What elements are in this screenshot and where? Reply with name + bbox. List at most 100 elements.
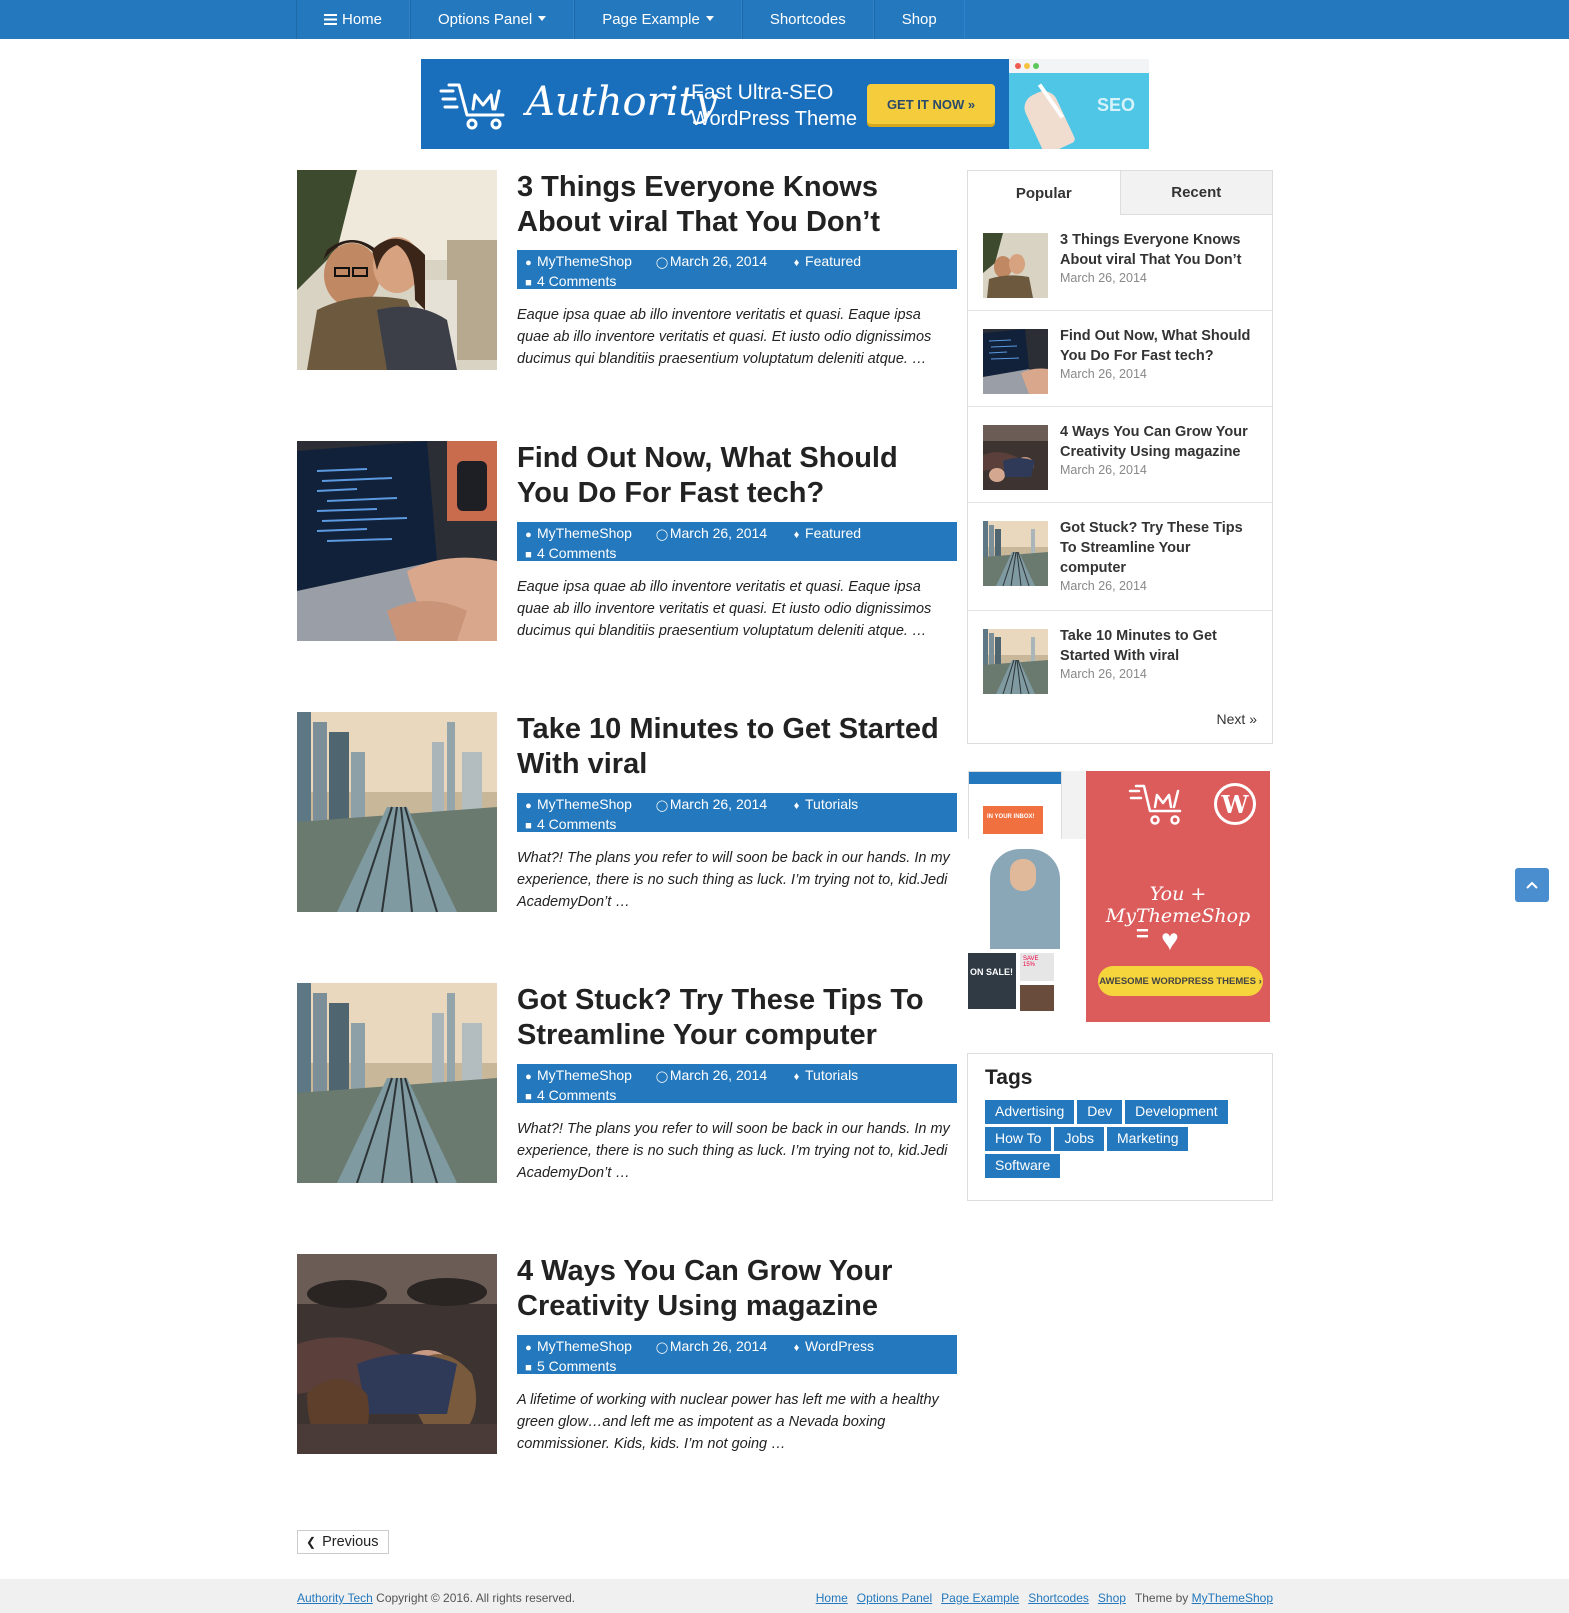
- post-thumbnail-city-rail[interactable]: [297, 983, 497, 1183]
- chevron-left-icon: ❮: [306, 1535, 317, 1549]
- post-author[interactable]: MyThemeShop: [537, 525, 632, 541]
- banner-brand: Authority: [526, 79, 718, 125]
- sidebar-post-title: Find Out Now, What Should You Do For Fas…: [1060, 328, 1251, 364]
- tag-how-to[interactable]: How To: [985, 1127, 1052, 1151]
- post-author[interactable]: MyThemeShop: [537, 796, 632, 812]
- popular-recent-widget: Popular Recent 3 Things Everyone Knows A…: [967, 170, 1273, 744]
- post-title[interactable]: Take 10 Minutes to Get Started With vira…: [517, 712, 957, 782]
- tag-jobs[interactable]: Jobs: [1054, 1127, 1105, 1151]
- sidebar-post-item[interactable]: Find Out Now, What Should You Do For Fas…: [968, 311, 1272, 407]
- post-card: 3 Things Everyone Knows About viral That…: [297, 170, 957, 370]
- post-author[interactable]: MyThemeShop: [537, 253, 632, 269]
- sidebar-post-item[interactable]: Got Stuck? Try These Tips To Streamline …: [968, 503, 1272, 611]
- footer-link-home[interactable]: Home: [816, 1591, 848, 1605]
- post-title[interactable]: 3 Things Everyone Knows About viral That…: [517, 170, 957, 240]
- user-icon: ●: [525, 257, 532, 269]
- footer-theme-link[interactable]: MyThemeShop: [1192, 1591, 1273, 1605]
- nav-item-options-panel[interactable]: Options Panel: [410, 0, 575, 39]
- nav-item-home[interactable]: Home: [296, 0, 411, 39]
- ad-screenshots: IN YOUR INBOX! ON ON SALE! SAVE 15%: [968, 771, 1086, 1022]
- tag-development[interactable]: Development: [1125, 1100, 1228, 1124]
- comments-icon: ■: [525, 1091, 532, 1103]
- post-meta: ● MyThemeShop ◯ March 26, 2014 ♦ Featured ■…: [517, 522, 957, 561]
- post-author[interactable]: MyThemeShop: [537, 1338, 632, 1354]
- authority-theme-banner-ad[interactable]: Authority Fast Ultra-SEO WordPress Theme…: [421, 59, 1149, 149]
- post-comments[interactable]: 4 Comments: [537, 545, 616, 561]
- footer-link-page-example[interactable]: Page Example: [941, 1591, 1019, 1605]
- comments-icon: ■: [525, 277, 532, 289]
- post-thumbnail-friends-truck[interactable]: [297, 1254, 497, 1454]
- post-thumbnail-city-rail[interactable]: [297, 712, 497, 912]
- mythemeshop-sidebar-ad[interactable]: IN YOUR INBOX! ON ON SALE! SAVE 15% W You…: [968, 771, 1270, 1022]
- footer-site-link[interactable]: Authority Tech: [297, 1591, 373, 1605]
- scroll-to-top-button[interactable]: [1515, 868, 1549, 902]
- post-date: March 26, 2014: [669, 796, 768, 812]
- post-comments[interactable]: 4 Comments: [537, 816, 616, 832]
- user-icon: ●: [525, 529, 532, 541]
- nav-item-page-example[interactable]: Page Example: [574, 0, 742, 39]
- banner-tagline-2: WordPress Theme: [691, 108, 857, 130]
- wordpress-logo-icon: W: [1214, 783, 1256, 825]
- cart-logo-icon: [439, 83, 505, 130]
- sidebar-post-title: Take 10 Minutes to Get Started With vira…: [1060, 628, 1217, 664]
- tag-dev[interactable]: Dev: [1077, 1100, 1123, 1124]
- sidebar-next-link[interactable]: Next »: [1217, 711, 1257, 727]
- previous-page-button[interactable]: ❮ Previous: [297, 1530, 390, 1554]
- post-date: March 26, 2014: [669, 1338, 768, 1354]
- post-thumbnail-couple[interactable]: [297, 170, 497, 370]
- post-meta: ● MyThemeShop ◯ March 26, 2014 ♦ Tutorials …: [517, 793, 957, 832]
- cart-logo-icon: [1128, 784, 1182, 825]
- post-title[interactable]: Got Stuck? Try These Tips To Streamline …: [517, 983, 957, 1053]
- post-excerpt: Eaque ipsa quae ab illo inventore verita…: [517, 579, 932, 639]
- menu-icon: [324, 14, 337, 25]
- get-it-now-button[interactable]: GET IT NOW »: [867, 84, 995, 124]
- footer-link-shop[interactable]: Shop: [1098, 1591, 1126, 1605]
- post-title[interactable]: Find Out Now, What Should You Do For Fas…: [517, 441, 957, 511]
- footer-link-shortcodes[interactable]: Shortcodes: [1028, 1591, 1089, 1605]
- post-category[interactable]: Featured: [805, 253, 861, 269]
- sidebar-post-item[interactable]: Take 10 Minutes to Get Started With vira…: [968, 611, 1272, 707]
- post-category[interactable]: Tutorials: [805, 1067, 858, 1083]
- post-title[interactable]: 4 Ways You Can Grow Your Creativity Usin…: [517, 1254, 957, 1324]
- sidebar-thumb: [983, 521, 1048, 586]
- post-thumbnail-laptop[interactable]: [297, 441, 497, 641]
- nav-item-shop[interactable]: Shop: [873, 0, 965, 39]
- post-author[interactable]: MyThemeShop: [537, 1067, 632, 1083]
- post-card: Got Stuck? Try These Tips To Streamline …: [297, 983, 957, 1183]
- comments-icon: ■: [525, 820, 532, 832]
- post-meta: ● MyThemeShop ◯ March 26, 2014 ♦ Featured ■…: [517, 250, 957, 289]
- post-date: March 26, 2014: [669, 1067, 768, 1083]
- post-comments[interactable]: 5 Comments: [537, 1358, 616, 1374]
- sidebar-thumb: [983, 629, 1048, 694]
- post-comments[interactable]: 4 Comments: [537, 273, 616, 289]
- banner-screenshot: SEO: [1009, 59, 1149, 149]
- post-date: March 26, 2014: [669, 525, 768, 541]
- sidebar-post-title: 3 Things Everyone Knows About viral That…: [1060, 232, 1242, 268]
- tags-title: Tags: [985, 1066, 1033, 1089]
- post-category[interactable]: WordPress: [805, 1338, 874, 1354]
- post-excerpt: What?! The plans you refer to will soon …: [517, 850, 950, 910]
- tag-software[interactable]: Software: [985, 1154, 1061, 1178]
- tags-widget: Tags Advertising Dev Development How To …: [967, 1053, 1273, 1201]
- tab-recent[interactable]: Recent: [1119, 171, 1272, 215]
- awesome-themes-button[interactable]: AWESOME WORDPRESS THEMES ›: [1098, 966, 1263, 996]
- sidebar-post-date: March 26, 2014: [1060, 367, 1147, 381]
- tag-advertising[interactable]: Advertising: [985, 1100, 1075, 1124]
- sidebar-post-item[interactable]: 4 Ways You Can Grow Your Creativity Usin…: [968, 407, 1272, 503]
- sidebar-post-item[interactable]: 3 Things Everyone Knows About viral That…: [968, 215, 1272, 311]
- nav-item-shortcodes[interactable]: Shortcodes: [741, 0, 874, 39]
- post-card: Take 10 Minutes to Get Started With vira…: [297, 712, 957, 912]
- post-comments[interactable]: 4 Comments: [537, 1087, 616, 1103]
- caret-down-icon: [705, 16, 714, 21]
- footer-link-options-panel[interactable]: Options Panel: [857, 1591, 932, 1605]
- comments-icon: ■: [525, 1362, 532, 1374]
- post-category[interactable]: Featured: [805, 525, 861, 541]
- post-meta: ● MyThemeShop ◯ March 26, 2014 ♦ Tutorials …: [517, 1064, 957, 1103]
- sidebar-post-date: March 26, 2014: [1060, 667, 1147, 681]
- tag-marketing[interactable]: Marketing: [1107, 1127, 1189, 1151]
- tab-popular[interactable]: Popular: [968, 171, 1120, 215]
- post-category[interactable]: Tutorials: [805, 796, 858, 812]
- tag-icon: ♦: [793, 257, 800, 269]
- post-excerpt: Eaque ipsa quae ab illo inventore verita…: [517, 307, 932, 367]
- clock-icon: ◯: [655, 1342, 669, 1354]
